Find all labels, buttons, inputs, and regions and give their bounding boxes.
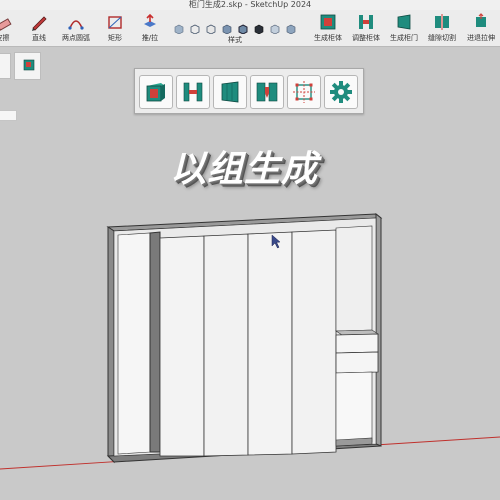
door-panel[interactable] xyxy=(203,233,249,457)
door-panel[interactable] xyxy=(247,231,293,456)
door-panel[interactable] xyxy=(159,235,205,457)
cabinet-right-panel xyxy=(375,212,382,447)
left-open-section xyxy=(117,232,151,455)
wardrobe-model[interactable] xyxy=(106,212,383,464)
door-panel[interactable] xyxy=(291,229,337,455)
drawer-front[interactable] xyxy=(335,351,379,374)
cabinet-left-panel xyxy=(107,226,115,464)
model-viewport[interactable] xyxy=(0,0,500,500)
right-lower-section xyxy=(335,371,373,445)
left-divider xyxy=(149,231,161,453)
drawer-front[interactable] xyxy=(335,333,379,354)
right-upper-shelf xyxy=(335,225,373,332)
